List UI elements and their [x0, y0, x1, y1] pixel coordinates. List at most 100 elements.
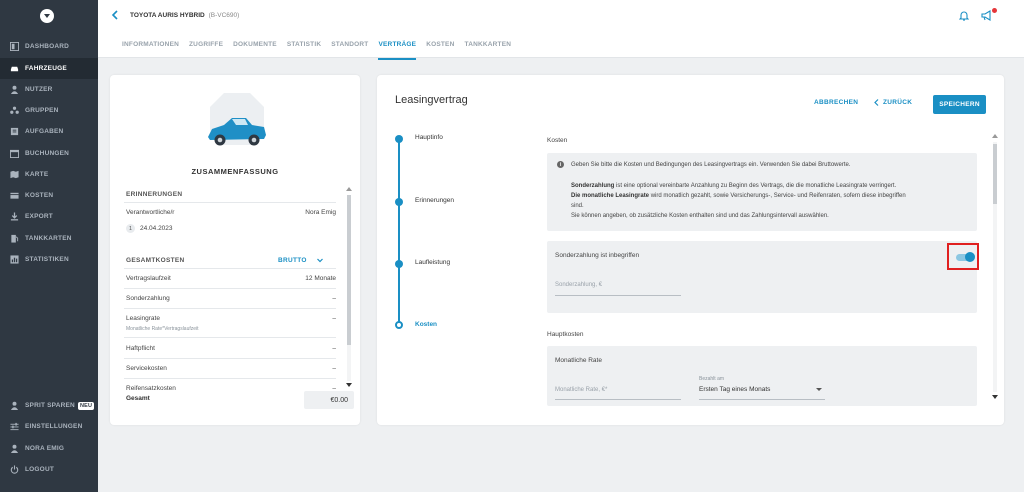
toggle-highlight-frame — [947, 243, 979, 270]
contract-form: Kosten i Geben Sie bitte die Kosten und … — [547, 133, 987, 423]
groups-icon — [10, 106, 19, 115]
sidebar-item-kosten[interactable]: KOSTEN — [0, 185, 98, 206]
sidebar-item-logout[interactable]: LOGOUT — [0, 459, 98, 480]
user-icon — [10, 401, 19, 410]
chevron-down-icon[interactable] — [317, 258, 323, 263]
sidebar-item-einstellungen[interactable]: EINSTELLUNGEN — [0, 416, 98, 437]
sidebar-item-statistiken[interactable]: STATISTIKEN — [0, 249, 98, 270]
sidebar-item-label: DASHBOARD — [25, 43, 70, 50]
back-button[interactable]: ZURÜCK — [874, 99, 912, 106]
notification-dot — [992, 8, 997, 13]
step-erinnerungen[interactable]: Erinnerungen — [415, 197, 454, 204]
sidebar-item-nutzer[interactable]: NUTZER — [0, 79, 98, 100]
divider — [124, 308, 336, 309]
summary-scrollbar[interactable] — [345, 187, 353, 391]
divider — [124, 358, 336, 359]
divider — [124, 288, 336, 289]
summary-row-label: Haftpflicht — [126, 345, 155, 352]
step-dot-laufleistung[interactable] — [395, 260, 403, 268]
info-text-line: Sonderzahlung ist eine optional vereinba… — [571, 183, 896, 189]
summary-row-label: Vertragslaufzeit — [126, 275, 171, 282]
info-text-line: Sie können angeben, ob zusätzliche Koste… — [571, 213, 829, 219]
vehicle-name: TOYOTA AURIS HYBRID — [130, 12, 205, 19]
total-label: Gesamt — [126, 395, 150, 402]
sidebar-item-label: GRUPPEN — [25, 107, 59, 114]
reminders-title: ERINNERUNGEN — [126, 191, 183, 198]
summary-scroll-area[interactable]: ERINNERUNGEN Verantwortliche/r Nora Emig… — [124, 185, 350, 415]
tasks-icon — [10, 127, 19, 136]
summary-row-value: 12 Monate — [305, 275, 336, 282]
contract-card: Leasingvertrag ABBRECHEN ZURÜCK SPEICHER… — [377, 75, 1004, 425]
sidebar-item-sprit-sparen[interactable]: SPRIT SPAREN NEU — [0, 395, 98, 416]
tab-tankkarten[interactable]: TANKKARTEN — [465, 41, 512, 60]
brutto-select[interactable]: BRUTTO — [278, 257, 307, 264]
sidebar-item-label: EINSTELLUNGEN — [25, 423, 83, 430]
scroll-up-arrow-icon[interactable] — [346, 187, 352, 191]
tab-standort[interactable]: STANDORT — [331, 41, 368, 60]
summary-card: ZUSAMMENFASSUNG ERINNERUNGEN Verantwortl… — [110, 75, 360, 425]
sidebar-item-karte[interactable]: KARTE — [0, 164, 98, 185]
step-dot-kosten[interactable] — [395, 321, 403, 329]
vehicle-title: TOYOTA AURIS HYBRID (B-VC690) — [130, 12, 239, 19]
scroll-up-arrow-icon[interactable] — [992, 134, 998, 138]
step-laufleistung[interactable]: Laufleistung — [415, 259, 450, 266]
monthly-rate-input[interactable]: Monatliche Rate, €* — [555, 387, 607, 393]
divider — [124, 337, 336, 338]
new-badge: NEU — [77, 401, 95, 410]
sidebar-item-fahrzeuge[interactable]: FAHRZEUGE — [0, 58, 98, 79]
cancel-button[interactable]: ABBRECHEN — [814, 99, 858, 106]
chevron-down-icon[interactable] — [816, 388, 822, 391]
toggle-knob[interactable] — [965, 252, 975, 262]
tab-dokumente[interactable]: DOKUMENTE — [233, 41, 277, 60]
info-text-line: Die monatliche Leasingrate wird monatlic… — [571, 193, 906, 199]
select-underline — [699, 399, 825, 400]
step-hauptinfo[interactable]: Hauptinfo — [415, 134, 443, 141]
save-button[interactable]: SPEICHERN — [933, 95, 986, 114]
sidebar-item-label: KOSTEN — [25, 192, 54, 199]
vehicle-tabs: INFORMATIONEN ZUGRIFFE DOKUMENTE STATIST… — [122, 41, 511, 60]
megaphone-icon[interactable] — [981, 10, 993, 21]
summary-row-label: Leasingrate — [126, 315, 160, 322]
bell-icon[interactable] — [959, 10, 969, 21]
form-scrollbar[interactable] — [991, 134, 999, 400]
app-logo[interactable] — [40, 9, 54, 23]
scroll-down-arrow-icon[interactable] — [346, 383, 352, 387]
info-text-rest: ist eine optional vereinbarte Anzahlung … — [614, 183, 897, 189]
divider — [124, 378, 336, 379]
sidebar-item-gruppen[interactable]: GRUPPEN — [0, 100, 98, 121]
user-icon — [10, 85, 19, 94]
summary-row-sublabel: Monatliche Rate*Vertragslaufzeit — [126, 326, 199, 332]
scroll-down-arrow-icon[interactable] — [992, 395, 998, 399]
summary-row-label: Servicekosten — [126, 365, 167, 372]
back-button-label: ZURÜCK — [883, 99, 913, 106]
step-dot-erinnerungen[interactable] — [395, 198, 403, 206]
sidebar-item-label: STATISTIKEN — [25, 256, 69, 263]
sidebar-item-export[interactable]: EXPORT — [0, 206, 98, 227]
tab-kosten[interactable]: KOSTEN — [426, 41, 454, 60]
total-costs-title: GESAMTKOSTEN — [126, 257, 185, 264]
reminder-count-badge: 1 — [126, 224, 135, 233]
sidebar-item-label: TANKKARTEN — [25, 235, 72, 242]
sidebar-item-tankkarten[interactable]: TANKKARTEN — [0, 228, 98, 249]
scroll-thumb[interactable] — [993, 144, 997, 204]
costs-section-label: Kosten — [547, 137, 568, 144]
sidebar-item-profile[interactable]: NORA EMIG — [0, 438, 98, 459]
sidebar-item-dashboard[interactable]: DASHBOARD — [0, 36, 98, 57]
sonderzahlung-toggle-label: Sonderzahlung ist inbegriffen — [555, 252, 640, 259]
step-kosten[interactable]: Kosten — [415, 321, 437, 328]
step-dot-hauptinfo[interactable] — [395, 135, 403, 143]
sonderzahlung-input[interactable]: Sonderzahlung, € — [555, 282, 602, 288]
bezahlt-am-select[interactable]: Ersten Tag eines Monats — [699, 386, 770, 393]
back-chevron-icon[interactable] — [111, 10, 119, 20]
tab-zugriffe[interactable]: ZUGRIFFE — [189, 41, 223, 60]
sidebar-item-buchungen[interactable]: BUCHUNGEN — [0, 143, 98, 164]
summary-row-label: Reifensatzkosten — [126, 385, 176, 392]
summary-row-value: – — [332, 315, 336, 322]
sidebar-item-label: KARTE — [25, 171, 49, 178]
tab-informationen[interactable]: INFORMATIONEN — [122, 41, 179, 60]
tab-statistik[interactable]: STATISTIK — [287, 41, 321, 60]
sidebar-item-aufgaben[interactable]: AUFGABEN — [0, 121, 98, 142]
scroll-thumb[interactable] — [347, 195, 351, 345]
tab-vertraege[interactable]: VERTRÄGE — [378, 41, 417, 60]
wallet-icon — [10, 191, 19, 200]
